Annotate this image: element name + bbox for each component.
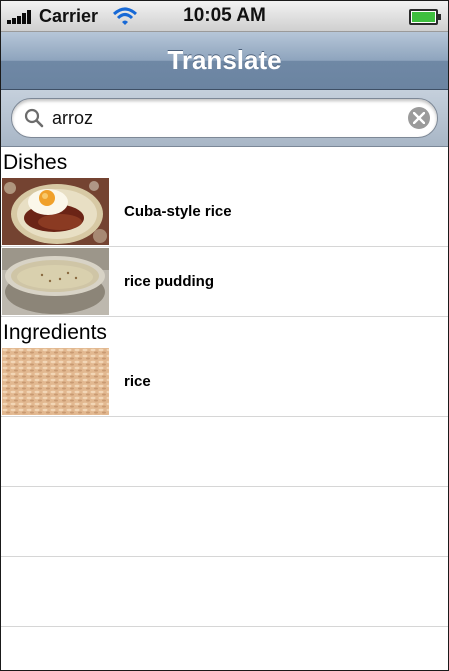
app-window: Carrier 10:05 AM Translate arroz Dishes …: [0, 0, 449, 671]
raw-rice-photo: [2, 348, 109, 415]
list-item-label: rice pudding: [124, 273, 214, 290]
fried-egg-rice-photo: [2, 178, 109, 245]
section-header-ingredients: Ingredients: [1, 317, 448, 347]
list-item[interactable]: rice: [1, 347, 448, 417]
navigation-bar: Translate: [1, 32, 448, 90]
clock: 10:05 AM: [183, 5, 266, 26]
list-item[interactable]: rice pudding: [1, 247, 448, 317]
status-bar: Carrier 10:05 AM: [1, 1, 448, 32]
search-input[interactable]: [52, 103, 392, 133]
list-item-label: Cuba-style rice: [124, 203, 232, 220]
clear-icon[interactable]: [408, 107, 430, 129]
empty-row: [1, 417, 448, 487]
list-item[interactable]: Cuba-style rice: [1, 177, 448, 247]
search-field[interactable]: [11, 98, 438, 138]
results-list: Dishes Cuba-style rice rice pudding Ingr…: [1, 147, 448, 670]
search-icon: [24, 108, 44, 128]
battery-fill: [412, 12, 435, 22]
rice-pudding-photo: [2, 248, 109, 315]
page-title: Translate: [167, 45, 282, 75]
empty-row: [1, 557, 448, 627]
list-item-label: rice: [124, 373, 151, 390]
section-header-dishes: Dishes: [1, 147, 448, 177]
search-bar: [1, 90, 448, 147]
empty-row: [1, 627, 448, 670]
empty-row: [1, 487, 448, 557]
battery-icon: [409, 9, 441, 25]
